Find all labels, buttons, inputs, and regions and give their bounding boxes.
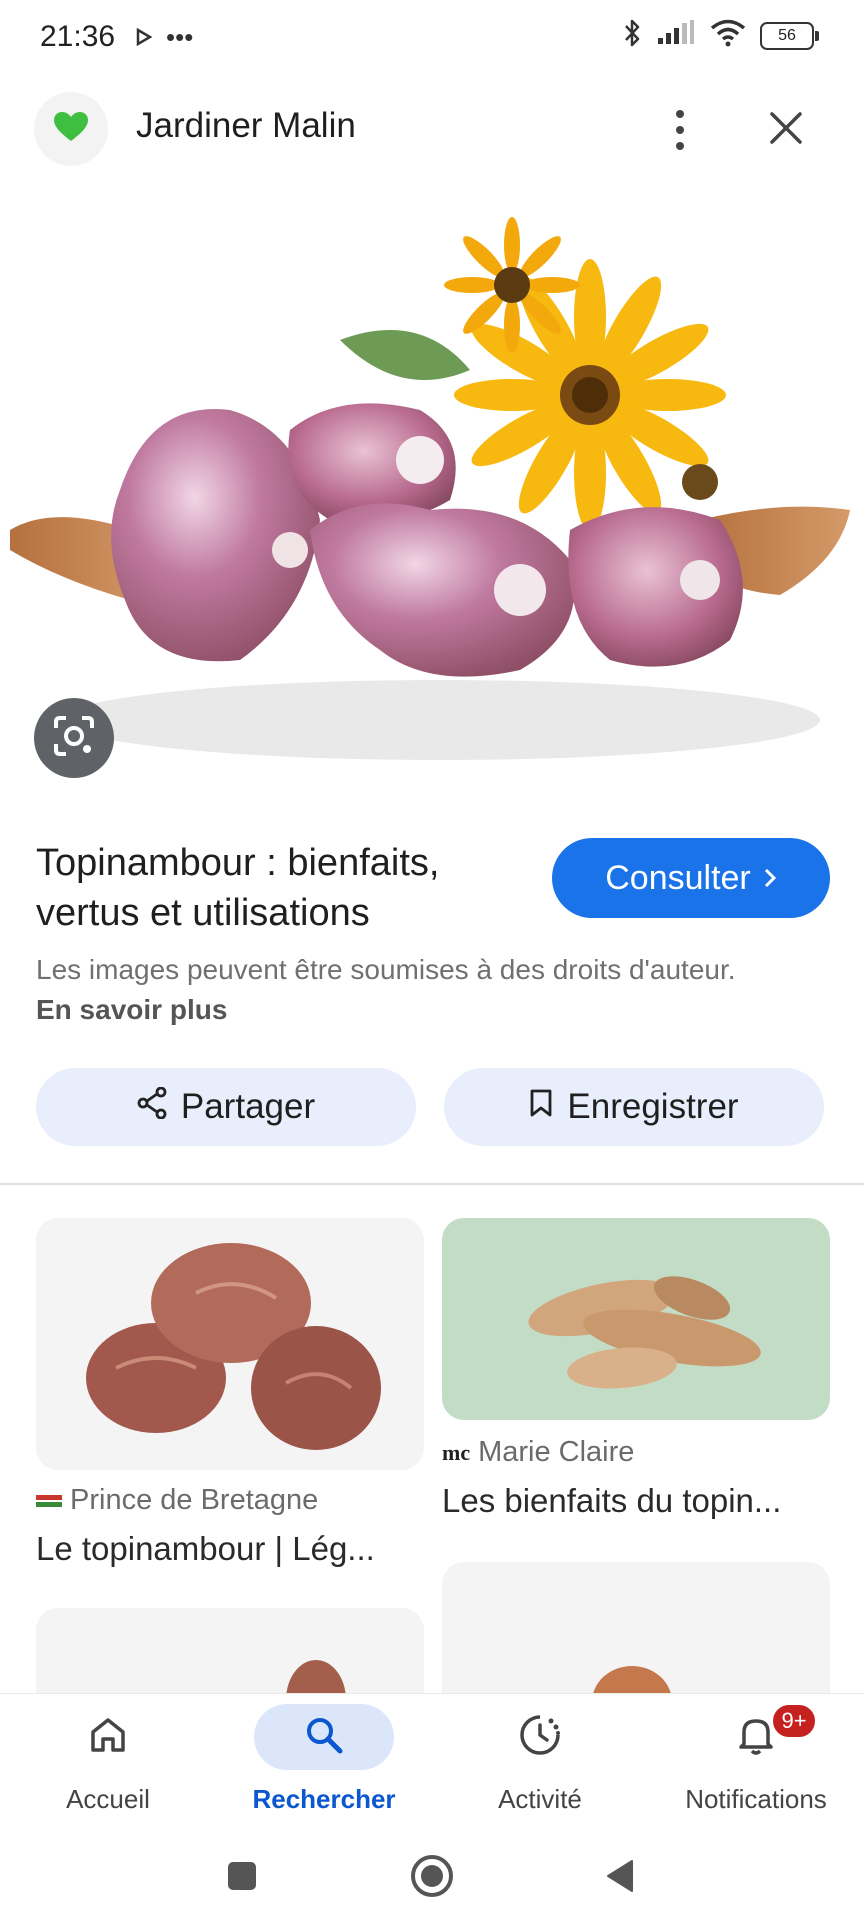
source-name: Prince de Bretagne	[70, 1484, 319, 1516]
divider	[0, 1183, 864, 1185]
nav-pill	[38, 1704, 178, 1770]
marie-claire-logo-icon: mc	[442, 1439, 471, 1465]
bookmark-icon	[529, 1087, 553, 1127]
system-navigation-bar	[0, 1834, 864, 1920]
related-image-4[interactable]	[442, 1562, 830, 1708]
back-triangle-icon	[604, 1858, 636, 1899]
share-label: Partager	[180, 1087, 316, 1126]
related-image-2[interactable]	[442, 1218, 830, 1420]
battery-icon: 56	[760, 21, 819, 50]
result-title[interactable]: Topinambour : bienfaits, vertus et utili…	[36, 838, 536, 938]
status-time: 21:36	[40, 20, 116, 53]
nav-pill	[470, 1704, 610, 1770]
nav-label: Rechercher	[252, 1784, 396, 1814]
lens-icon	[52, 714, 96, 763]
back-button[interactable]	[590, 1848, 650, 1908]
nav-item-home[interactable]: Accueil	[0, 1694, 216, 1834]
consult-label: Consulter	[605, 858, 751, 897]
status-right-icons: 56	[622, 18, 819, 53]
related-title-2[interactable]: Les bienfaits du topin...	[442, 1482, 781, 1520]
nav-item-search[interactable]: Rechercher	[216, 1694, 432, 1834]
source-name: Marie Claire	[478, 1436, 635, 1468]
rights-text: Les images peuvent être soumises à des d…	[36, 954, 736, 985]
save-button[interactable]: Enregistrer	[444, 1068, 824, 1146]
nav-item-activity[interactable]: Activité	[432, 1694, 648, 1834]
more-vert-icon-dot	[676, 142, 684, 150]
status-left-icons: •••	[136, 22, 193, 53]
nav-label: Accueil	[66, 1784, 150, 1814]
square-icon	[226, 1860, 258, 1897]
bluetooth-icon	[622, 18, 642, 53]
more-options-button[interactable]	[660, 100, 700, 160]
related-image-1[interactable]	[36, 1218, 424, 1470]
more-dots-icon: •••	[166, 22, 194, 52]
signal-icon	[656, 20, 696, 51]
more-vert-icon-dot	[676, 126, 684, 134]
related-title-1[interactable]: Le topinambour | Lég...	[36, 1530, 375, 1568]
related-image-3[interactable]	[36, 1608, 424, 1708]
more-vert-icon-dot	[676, 110, 684, 118]
green-heart-icon	[53, 111, 89, 148]
nav-pill	[254, 1704, 394, 1770]
site-logo[interactable]	[34, 92, 108, 166]
nav-label: Notifications	[685, 1784, 827, 1814]
circle-home-icon	[409, 1853, 455, 1904]
site-title[interactable]: Jardiner Malin	[136, 106, 356, 146]
close-icon	[769, 111, 803, 150]
bottom-navigation: Accueil Rechercher Activité 9+ Notificat…	[0, 1694, 864, 1834]
share-button[interactable]: Partager	[36, 1068, 416, 1146]
notification-badge: 9+	[770, 1702, 818, 1740]
copyright-notice: Les images peuvent être soumises à des d…	[36, 950, 736, 1030]
wifi-icon	[710, 19, 746, 52]
consult-button[interactable]: Consulter	[552, 838, 830, 918]
recents-button[interactable]	[212, 1848, 272, 1908]
home-icon	[88, 1715, 128, 1760]
google-lens-button[interactable]	[34, 698, 114, 778]
close-button[interactable]	[758, 102, 814, 158]
share-icon	[137, 1086, 167, 1128]
nav-label: Activité	[498, 1784, 582, 1814]
activity-icon	[518, 1713, 562, 1762]
nav-item-notifications[interactable]: 9+ Notifications	[648, 1694, 864, 1834]
hero-image[interactable]	[0, 200, 864, 780]
source-marie-claire[interactable]: mc Marie Claire	[442, 1436, 634, 1469]
save-label: Enregistrer	[567, 1087, 739, 1126]
learn-more-link[interactable]: En savoir plus	[36, 994, 227, 1025]
chevron-right-icon	[763, 859, 777, 898]
source-prince-de-bretagne[interactable]: Prince de Bretagne	[36, 1484, 318, 1517]
search-icon	[304, 1715, 344, 1760]
prince-de-bretagne-logo-icon	[36, 1484, 62, 1517]
play-icon	[136, 22, 153, 53]
home-system-button[interactable]	[402, 1848, 462, 1908]
